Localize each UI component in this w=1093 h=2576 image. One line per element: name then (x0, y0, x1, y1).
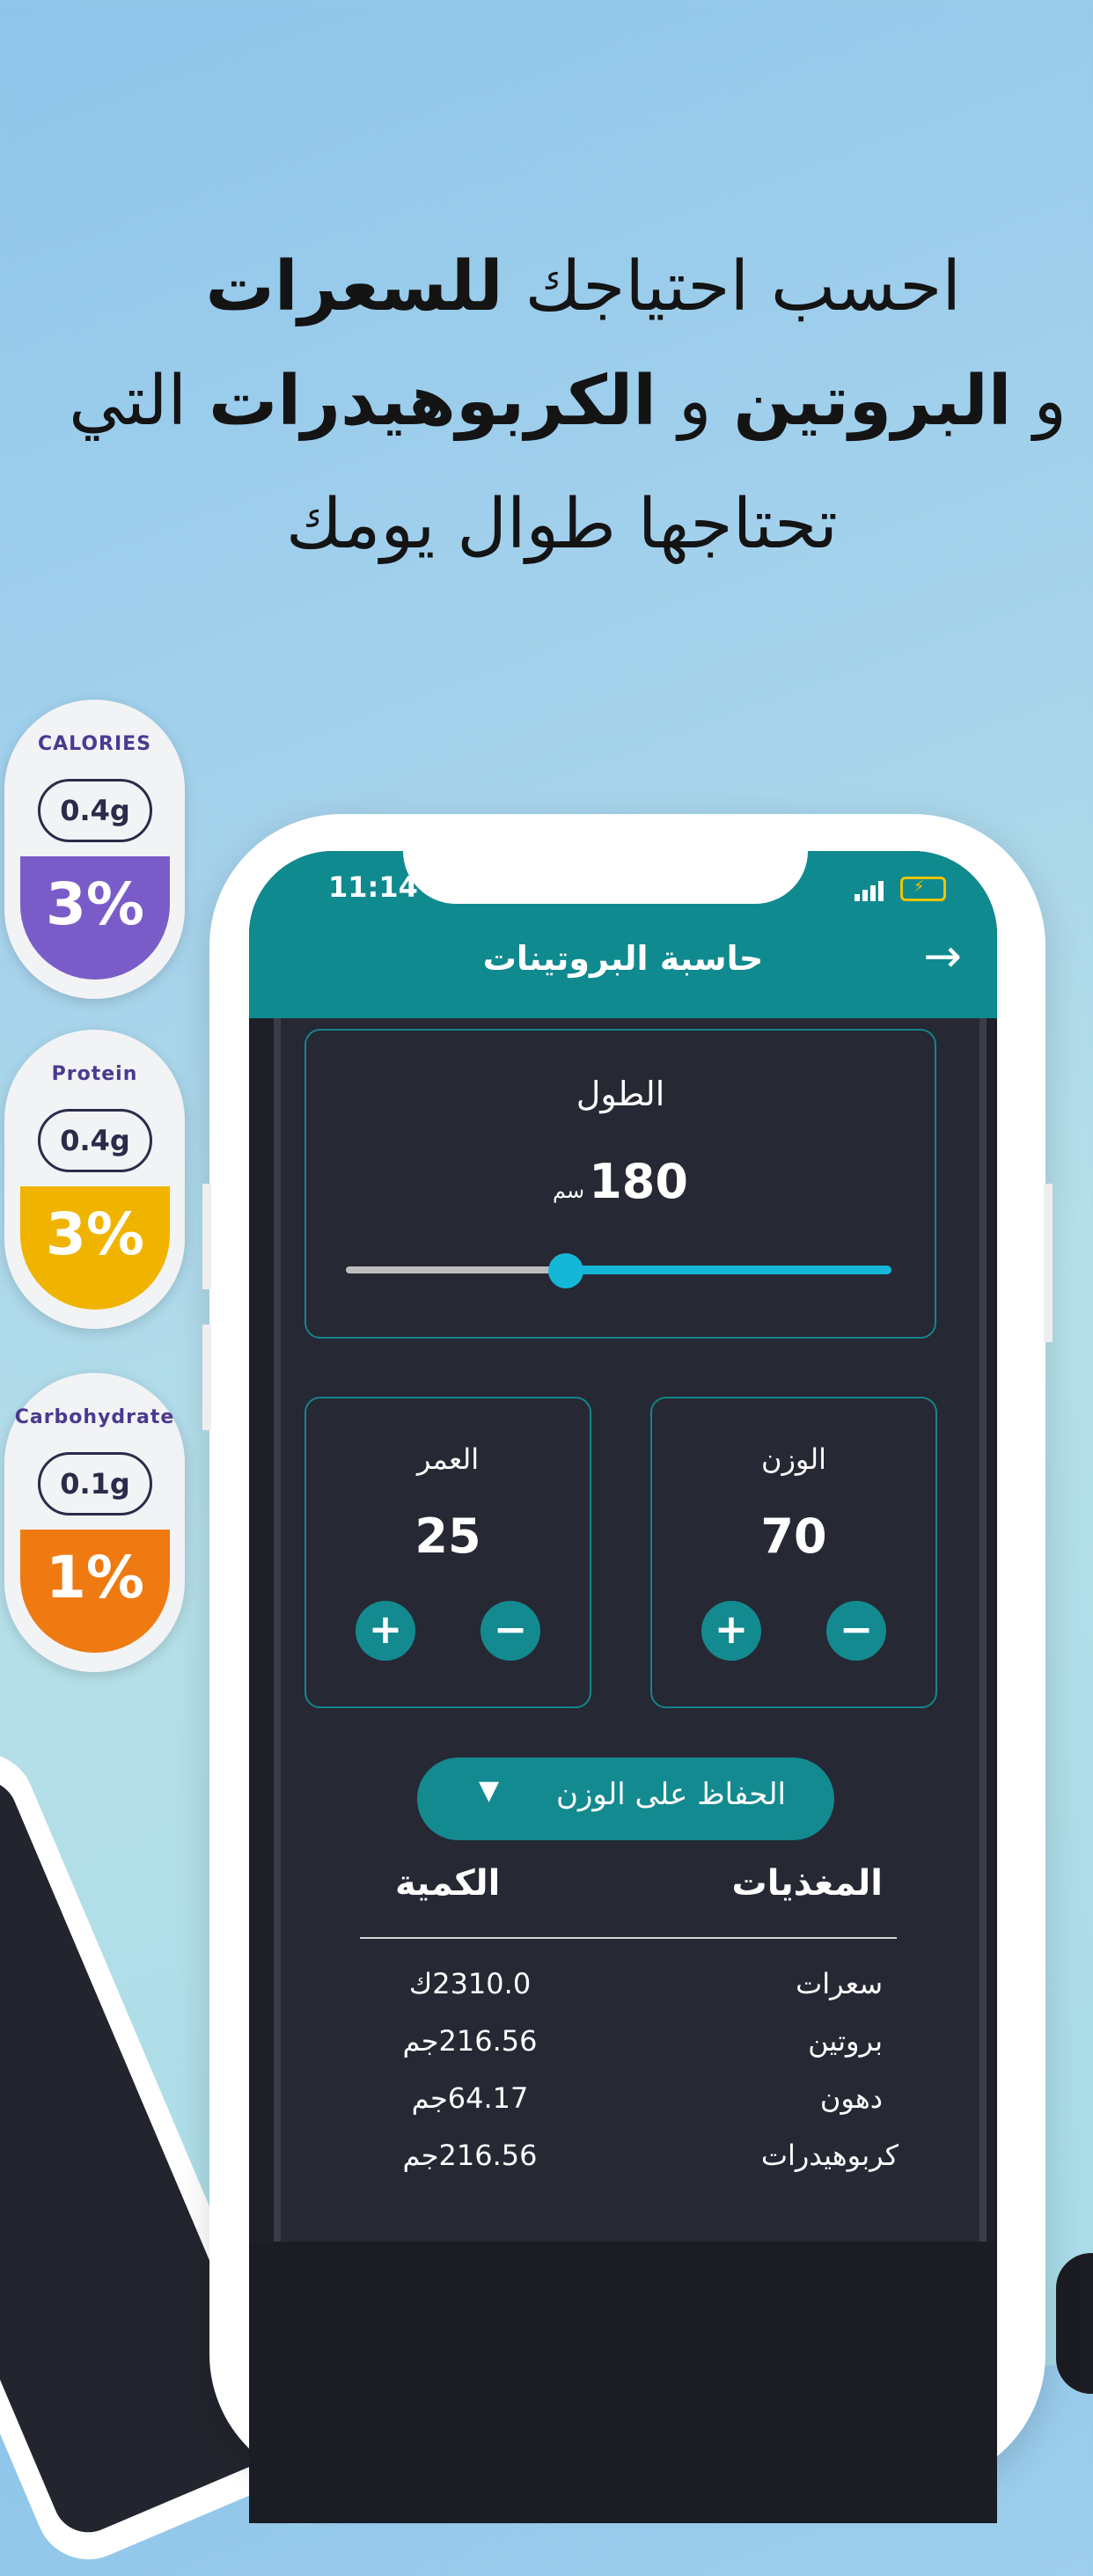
status-icons: ⚡ (855, 876, 946, 901)
app-screen: 11:14 ⚡ حاسبة البروتينات → الطول 180 سم (249, 851, 997, 2523)
headline-line-1: احسب احتياجك للسعرات (205, 247, 961, 327)
nutrients-header: المغذيات (731, 1863, 883, 1904)
weight-decrement-button[interactable]: − (826, 1601, 886, 1661)
age-increment-button[interactable]: + (356, 1601, 415, 1661)
page-title: حاسبة البروتينات (482, 939, 764, 978)
protein-pill: Protein 0.4g 3% (4, 1030, 185, 1329)
pill-percent: 3% (20, 856, 170, 980)
phone-notch (403, 851, 808, 904)
phone-frame: 11:14 ⚡ حاسبة البروتينات → الطول 180 سم (202, 814, 1053, 2523)
headline-line-3: تحتاجها طوال يومك (285, 485, 838, 564)
height-value-row: 180 سم (306, 1154, 935, 1209)
goal-dropdown-label: الحفاظ على الوزن (555, 1777, 786, 1812)
pill-amount: 0.4g (38, 779, 152, 842)
background-phone-edge (1056, 2253, 1093, 2394)
table-row-name: دهون (819, 2081, 883, 2115)
height-card: الطول 180 سم (304, 1029, 936, 1339)
carbohydrate-pill: Carbohydrate 0.1g 1% (4, 1373, 185, 1672)
pill-title: Protein (51, 1063, 138, 1085)
table-row-value: 216.56جم (402, 2024, 538, 2058)
pill-amount: 0.4g (38, 1109, 152, 1172)
height-slider-thumb[interactable] (548, 1253, 583, 1288)
table-row-name: سعرات (796, 1967, 883, 2000)
height-unit: سم (553, 1178, 585, 1203)
table-row-name: بروتين (808, 2024, 883, 2058)
pill-percent: 3% (20, 1186, 170, 1310)
battery-icon: ⚡ (900, 877, 946, 901)
age-value: 25 (414, 1508, 481, 1564)
weight-increment-button[interactable]: + (701, 1601, 761, 1661)
height-slider-fill[interactable] (566, 1266, 891, 1274)
weight-value: 70 (760, 1508, 827, 1564)
weight-label: الوزن (760, 1442, 827, 1476)
age-card: العمر 25 + − (304, 1397, 591, 1708)
table-row-value: 216.56جم (402, 2139, 538, 2172)
age-label: العمر (416, 1442, 480, 1476)
table-row-value: 64.17جم (411, 2081, 529, 2115)
phone-side-button (1044, 1184, 1053, 1342)
calculator-content: الطول 180 سم العمر 25 + − الوزن 70 + − ا… (274, 1018, 987, 2242)
table-row-value: 2310.0ك (408, 1967, 532, 2000)
signal-icon (855, 877, 886, 901)
height-slider-track[interactable] (346, 1266, 566, 1273)
table-divider (360, 1937, 897, 1939)
phone-side-button (202, 1184, 211, 1289)
status-time: 11:14 (328, 870, 418, 904)
weight-card: الوزن 70 + − (650, 1397, 937, 1708)
table-row-name: كربوهيدرات (760, 2139, 899, 2172)
goal-dropdown[interactable]: الحفاظ على الوزن ▼ (417, 1758, 834, 1840)
age-decrement-button[interactable]: − (480, 1601, 540, 1661)
pill-title: CALORIES (37, 733, 152, 755)
app-bar: 11:14 ⚡ حاسبة البروتينات → (249, 851, 997, 1018)
headline-line-2: و البروتين و الكربوهيدرات التي (69, 362, 1067, 441)
phone-side-button (202, 1325, 211, 1430)
pill-title: Carbohydrate (14, 1406, 175, 1428)
calories-pill: CALORIES 0.4g 3% (4, 700, 185, 999)
pill-amount: 0.1g (38, 1452, 152, 1516)
height-value: 180 (589, 1154, 688, 1209)
height-label: الطول (576, 1075, 665, 1113)
pill-percent: 1% (20, 1530, 170, 1653)
caret-down-icon: ▼ (479, 1775, 500, 1806)
amount-header: الكمية (395, 1863, 501, 1904)
screen-bottom (249, 2242, 997, 2523)
arrow-right-icon[interactable]: → (923, 930, 962, 983)
